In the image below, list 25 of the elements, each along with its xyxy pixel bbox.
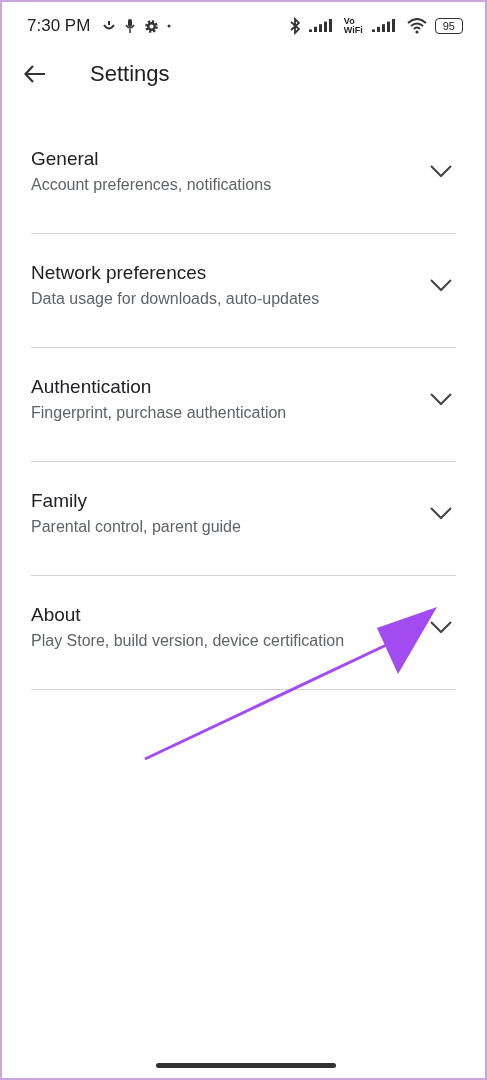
microphone-icon (124, 18, 137, 34)
section-subtitle: Play Store, build version, device certification (31, 631, 345, 650)
section-subtitle: Fingerprint, purchase authentication (31, 403, 287, 422)
settings-icon (144, 18, 160, 34)
battery-indicator: 95 (434, 18, 463, 34)
section-title[interactable]: About (31, 603, 81, 626)
status-time: 7:30 PM (27, 16, 91, 36)
vowifi-label: Vo WiFi (343, 17, 363, 35)
page-title: Settings (90, 61, 170, 87)
section-subtitle: Parental control, parent guide (31, 517, 241, 536)
section-title[interactable]: Family (31, 489, 87, 512)
dot-icon (167, 24, 172, 28)
section-title[interactable]: General (31, 147, 99, 170)
section-title[interactable]: Authentication (31, 375, 152, 398)
chevron-icon[interactable] (430, 391, 452, 406)
section-subtitle: Data usage for downloads, auto-updates (31, 289, 320, 308)
chevron-icon[interactable] (430, 505, 452, 520)
section-title[interactable]: Network preferences (31, 261, 207, 284)
chevron-icon[interactable] (430, 163, 452, 178)
bluetooth-icon (289, 17, 300, 35)
chevron-icon[interactable] (430, 277, 452, 292)
back-arrow-icon[interactable] (24, 65, 46, 83)
section-subtitle: Account preferences, notifications (31, 175, 272, 194)
wifi-icon (406, 18, 427, 34)
chevron-icon[interactable] (430, 619, 452, 634)
